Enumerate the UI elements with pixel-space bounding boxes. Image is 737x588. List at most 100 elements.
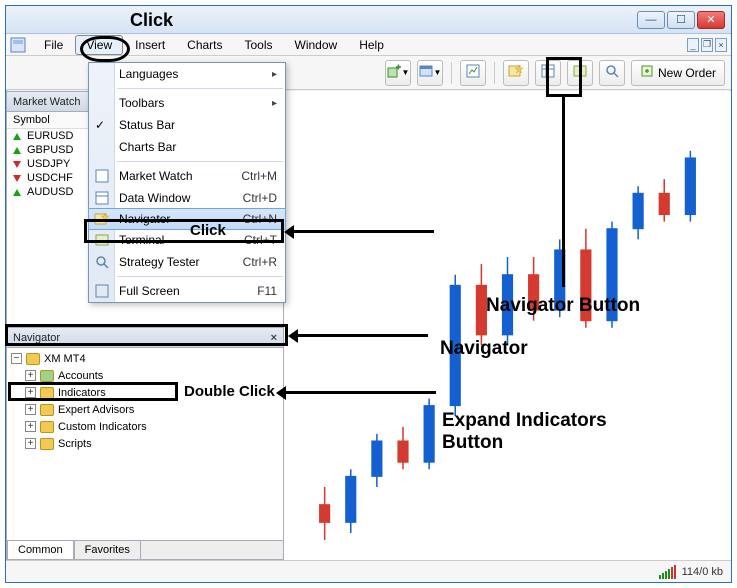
app-icon: [10, 37, 26, 53]
symbol-label: AUDUSD: [27, 186, 73, 198]
profiles-icon: [419, 64, 433, 81]
navigator-panel: Navigator × − XM MT4 + Accounts + Indica: [6, 327, 284, 560]
tree-root[interactable]: − XM MT4: [11, 350, 279, 367]
menu-full-screen[interactable]: Full ScreenF11: [89, 280, 285, 302]
symbol-label: EURUSD: [27, 130, 73, 142]
market-watch-icon: [93, 167, 111, 185]
app-window: — ☐ ✕ File View Insert Charts Tools Wind…: [5, 5, 732, 583]
menu-charts[interactable]: Charts: [177, 36, 232, 54]
chevron-down-icon: ▼: [402, 68, 410, 77]
menu-strategy-tester[interactable]: Strategy TesterCtrl+R: [89, 251, 285, 273]
symbol-label: USDJPY: [27, 158, 70, 170]
profiles-button[interactable]: ▼: [417, 60, 443, 86]
anno-label-expand-indicators: Expand Indicators Button: [442, 410, 662, 454]
anno-box-navigator-header: [5, 324, 288, 346]
expand-icon[interactable]: +: [25, 370, 36, 381]
mdi-minimize-button[interactable]: _: [687, 38, 699, 52]
folder-icon: [40, 370, 54, 382]
anno-arrow-to-navigator-header: [298, 334, 428, 337]
anno-arrow-line: [562, 97, 565, 287]
menu-toolbars[interactable]: Toolbars: [89, 92, 285, 114]
tree-ci-label: Custom Indicators: [58, 421, 147, 433]
check-icon: ✓: [95, 118, 105, 132]
maximize-icon: ☐: [676, 13, 686, 26]
view-menu-dropdown: Languages Toolbars ✓Status Bar Charts Ba…: [88, 62, 286, 303]
mdi-restore-button[interactable]: ❐: [701, 38, 713, 52]
menu-languages[interactable]: Languages: [89, 63, 285, 85]
tree-scripts[interactable]: + Scripts: [11, 435, 279, 452]
chart-area[interactable]: [284, 91, 731, 560]
tab-common[interactable]: Common: [7, 540, 74, 559]
arrow-up-icon: [13, 147, 21, 154]
anno-box-navigator-item: [84, 219, 284, 243]
anno-box-indicators: [8, 382, 178, 401]
menu-insert[interactable]: Insert: [125, 36, 175, 54]
folder-icon: [40, 404, 54, 416]
market-watch-button[interactable]: [460, 60, 486, 86]
expand-icon[interactable]: +: [25, 421, 36, 432]
candlestick-chart: [284, 91, 731, 560]
market-watch-title: Market Watch: [13, 96, 80, 108]
expand-icon[interactable]: +: [25, 404, 36, 415]
menu-status-bar[interactable]: ✓Status Bar: [89, 114, 285, 136]
minimize-icon: —: [646, 14, 657, 26]
anno-label-nav-button: Navigator Button: [486, 295, 640, 317]
folder-icon: [26, 353, 40, 365]
window-minimize-button[interactable]: —: [637, 11, 665, 29]
anno-label-navigator: Navigator: [440, 338, 528, 360]
window-maximize-button[interactable]: ☐: [667, 11, 695, 29]
close-icon: ✕: [706, 13, 715, 26]
plus-chart-icon: [387, 64, 401, 81]
arrow-down-icon: [13, 161, 21, 168]
menu-help[interactable]: Help: [349, 36, 394, 54]
collapse-icon[interactable]: −: [11, 353, 22, 364]
navigator-tabs: Common Favorites: [7, 540, 283, 559]
anno-arrow-to-navigator-item: [294, 230, 434, 233]
menu-tools[interactable]: Tools: [235, 36, 283, 54]
symbol-label: USDCHF: [27, 172, 73, 184]
market-watch-icon: [466, 64, 480, 81]
new-order-label: New Order: [658, 66, 716, 80]
menu-market-watch[interactable]: Market WatchCtrl+M: [89, 165, 285, 187]
magnifier-icon: [93, 253, 111, 271]
navigator-star-icon: [508, 63, 524, 82]
col-symbol: Symbol: [13, 114, 50, 126]
title-bar: — ☐ ✕: [6, 6, 731, 34]
anno-box-navigator-button: [546, 57, 582, 97]
tree-root-label: XM MT4: [44, 353, 86, 365]
window-close-button[interactable]: ✕: [697, 11, 725, 29]
strategy-tester-button[interactable]: [599, 60, 625, 86]
new-order-icon: [640, 64, 654, 81]
add-chart-button[interactable]: ▼: [385, 60, 411, 86]
expand-icon[interactable]: +: [25, 438, 36, 449]
menu-file[interactable]: File: [34, 36, 73, 54]
anno-circle-view: [80, 36, 130, 62]
tree-scripts-label: Scripts: [58, 438, 92, 450]
tree-ea-label: Expert Advisors: [58, 404, 134, 416]
connection-status: 114/0 kb: [682, 566, 723, 578]
mdi-close-button[interactable]: ×: [715, 38, 727, 52]
folder-icon: [40, 421, 54, 433]
fullscreen-icon: [93, 282, 111, 300]
status-bar: 114/0 kb: [6, 560, 731, 582]
data-window-icon: [93, 189, 111, 207]
magnifier-icon: [605, 64, 619, 81]
tree-accounts-label: Accounts: [58, 370, 103, 382]
arrow-down-icon: [13, 175, 21, 182]
menu-data-window[interactable]: Data WindowCtrl+D: [89, 187, 285, 209]
new-order-button[interactable]: New Order: [631, 60, 725, 86]
anno-label-click: Click: [130, 10, 173, 31]
symbol-label: GBPUSD: [27, 144, 73, 156]
menu-charts-bar[interactable]: Charts Bar: [89, 136, 285, 158]
tab-favorites[interactable]: Favorites: [74, 540, 141, 559]
folder-icon: [40, 438, 54, 450]
arrow-up-icon: [13, 189, 21, 196]
tree-custom-indicators[interactable]: + Custom Indicators: [11, 418, 279, 435]
anno-label-click2: Click: [190, 222, 226, 239]
navigator-tree: − XM MT4 + Accounts + Indicators +: [7, 348, 283, 454]
menu-window[interactable]: Window: [285, 36, 348, 54]
chevron-down-icon: ▼: [434, 68, 442, 77]
navigator-toolbar-button[interactable]: [503, 60, 529, 86]
tree-expert-advisors[interactable]: + Expert Advisors: [11, 401, 279, 418]
arrow-up-icon: [13, 133, 21, 140]
